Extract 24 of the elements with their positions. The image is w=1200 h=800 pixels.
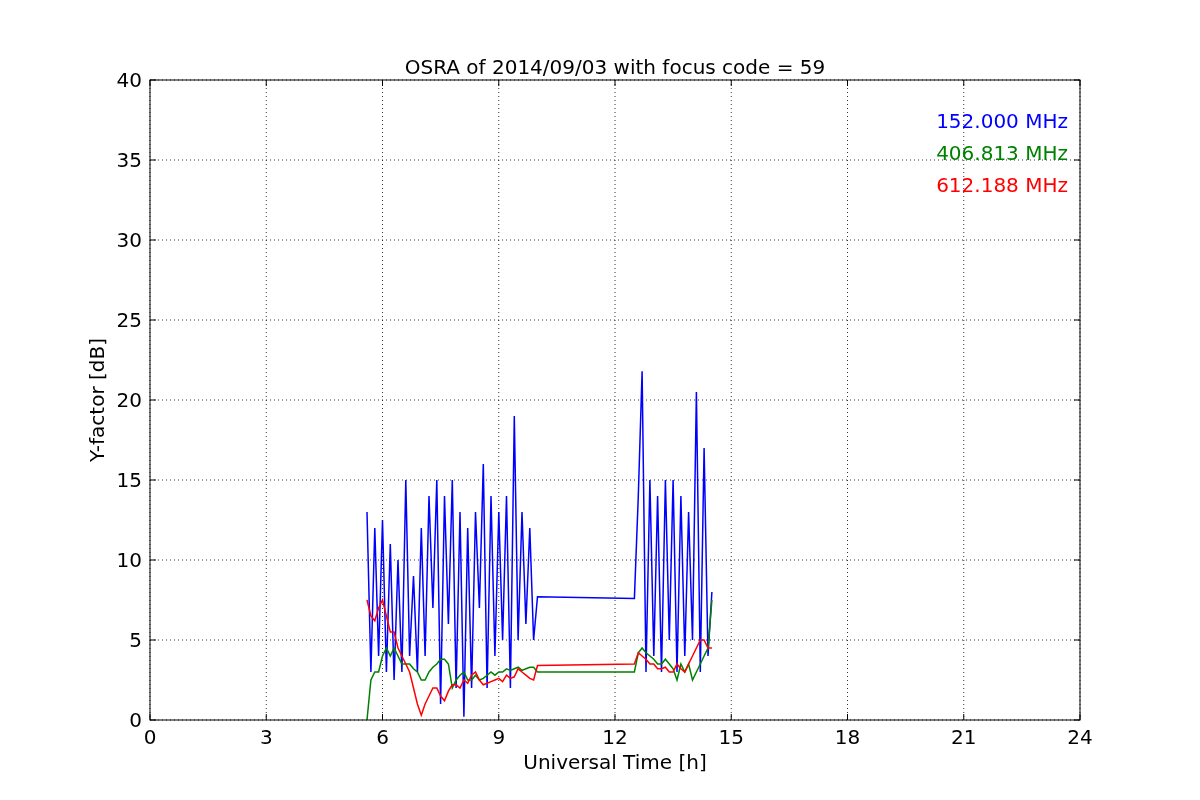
y-tick-label: 20 — [116, 388, 142, 412]
x-tick-label: 6 — [376, 725, 389, 749]
chart-title: OSRA of 2014/09/03 with focus code = 59 — [404, 55, 826, 79]
y-axis-label: Y-factor [dB] — [85, 338, 109, 462]
y-tick-label: 35 — [116, 148, 142, 172]
y-tick-label: 5 — [129, 628, 142, 652]
legend-label: 152.000 MHz — [936, 109, 1068, 133]
x-tick-label: 0 — [143, 725, 157, 749]
x-tick-label: 21 — [951, 725, 977, 749]
x-tick-label: 12 — [602, 725, 628, 749]
x-tick-label: 9 — [492, 725, 506, 749]
x-tick-label: 18 — [834, 725, 861, 749]
y-tick-label: 25 — [116, 308, 142, 332]
x-tick-label: 24 — [1067, 725, 1093, 749]
y-tick-label: 30 — [116, 228, 142, 252]
y-tick-label: 40 — [116, 68, 142, 92]
y-tick-label: 10 — [116, 548, 142, 572]
y-tick-label: 0 — [129, 708, 142, 732]
x-axis-label: Universal Time [h] — [523, 750, 707, 774]
legend-label: 406.813 MHz — [936, 141, 1068, 165]
y-tick-label: 15 — [116, 468, 142, 492]
x-tick-label: 15 — [718, 725, 744, 749]
x-tick-label: 3 — [259, 725, 273, 749]
legend-label: 612.188 MHz — [936, 173, 1068, 197]
